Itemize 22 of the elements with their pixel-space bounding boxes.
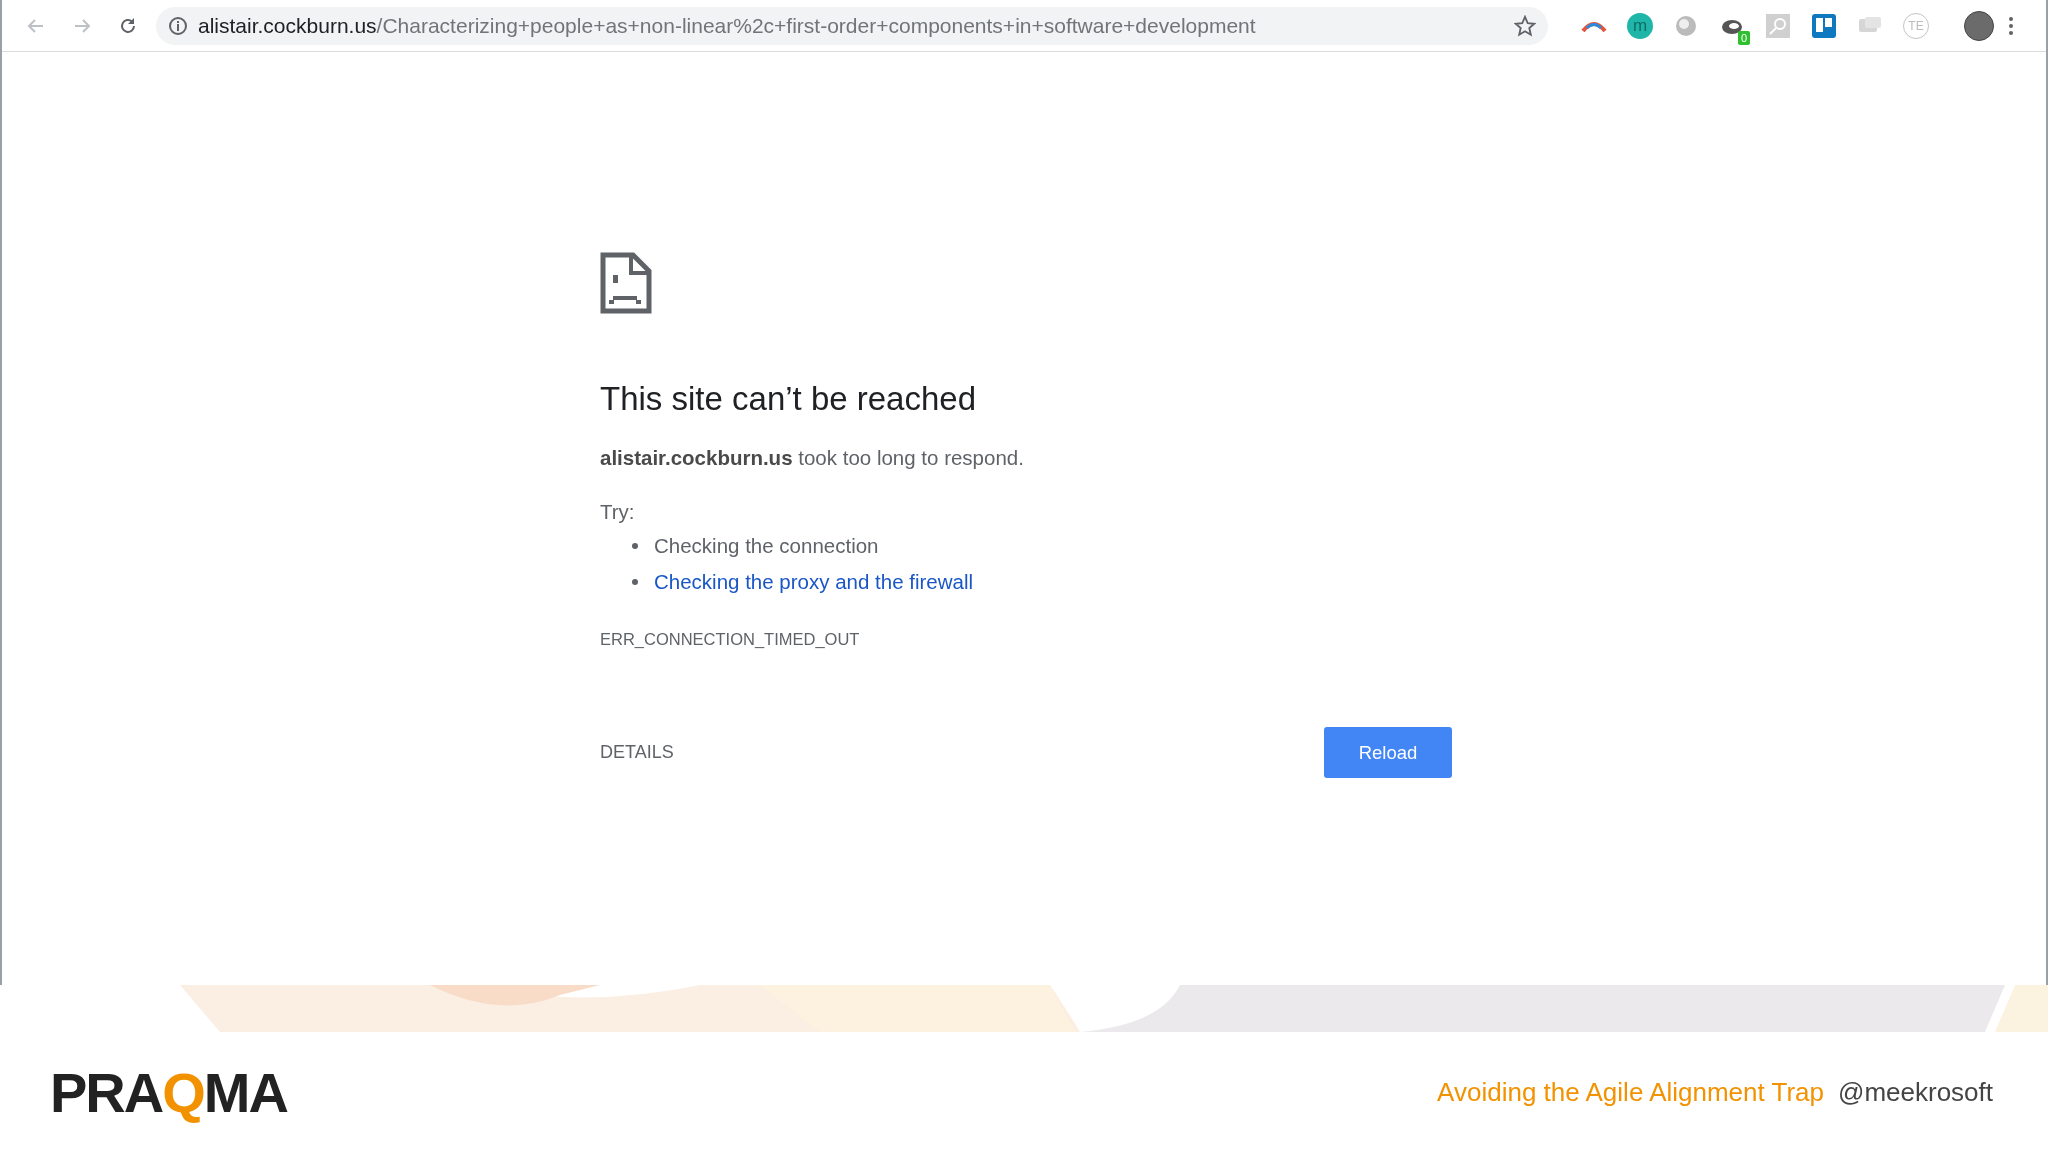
sad-document-icon (600, 252, 652, 314)
count-badge: 0 (1737, 30, 1750, 45)
details-button[interactable]: DETAILS (600, 742, 674, 763)
try-label: Try: (600, 500, 636, 524)
error-title: This site can’t be reached (600, 380, 978, 418)
suggestion-link[interactable]: Checking the proxy and the firewall (654, 570, 974, 594)
menu-icon[interactable] (2008, 15, 2014, 36)
error-message: alistair.cockburn.us took too long to respond. (600, 446, 1025, 470)
praqma-logo: PRAQMA (50, 1059, 287, 1125)
reload-button[interactable]: Reload (1324, 727, 1452, 778)
bullet-icon (632, 543, 638, 549)
board-icon[interactable] (1812, 13, 1836, 38)
twitter-handle: @meekrosoft (1838, 1076, 1993, 1108)
error-code: ERR_CONNECTION_TIMED_OUT (600, 630, 861, 649)
url-text: alistair.cockburn.us/Characterizing+people+as+non-linear%2c+first-order+components+in+software+development (198, 13, 1257, 38)
bullet-icon (632, 579, 638, 585)
star-icon[interactable] (1514, 14, 1536, 37)
profile-avatar[interactable] (1964, 10, 1994, 41)
suggestion-text: Checking the connection (654, 534, 879, 558)
talk-title: Avoiding the Agile Alignment Trap (1437, 1076, 1824, 1108)
address-bar[interactable]: alistair.cockburn.us/Characterizing+people+as+non-linear%2c+first-order+components+in+software+development (156, 6, 1548, 45)
info-icon[interactable] (168, 15, 188, 36)
